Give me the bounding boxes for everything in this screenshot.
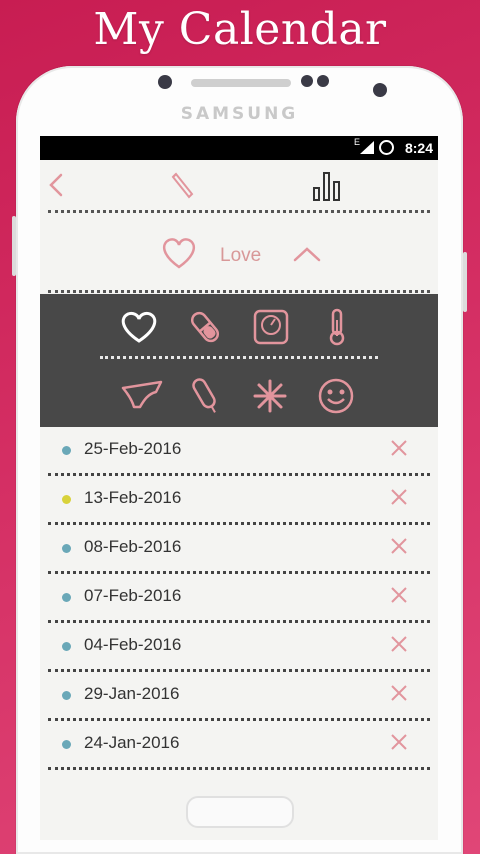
entry-color-dot <box>62 593 71 602</box>
list-item[interactable]: 04-Feb-2016 <box>40 623 438 672</box>
chevron-up-icon[interactable] <box>292 245 322 263</box>
entry-date: 08-Feb-2016 <box>84 537 182 556</box>
entry-date: 07-Feb-2016 <box>84 586 182 605</box>
list-item[interactable]: 08-Feb-2016 <box>40 525 438 574</box>
close-icon[interactable] <box>390 537 408 555</box>
sync-icon <box>379 140 394 155</box>
status-bar: E 8:24 <box>40 136 438 160</box>
entry-date: 29-Jan-2016 <box>84 684 180 703</box>
tampon-icon[interactable] <box>190 374 220 416</box>
underwear-icon[interactable] <box>120 378 164 410</box>
bar-chart-icon[interactable] <box>312 170 342 202</box>
entry-date: 25-Feb-2016 <box>84 439 182 458</box>
scale-icon[interactable] <box>252 308 290 346</box>
smiley-icon[interactable] <box>317 377 355 415</box>
entry-list: 25-Feb-2016 13-Feb-2016 08-Feb-2016 07-F… <box>40 427 438 770</box>
sensor-dot <box>301 75 313 87</box>
symptom-grid <box>40 294 438 427</box>
status-time: 8:24 <box>404 140 433 156</box>
category-header[interactable]: Love <box>40 213 438 293</box>
close-icon[interactable] <box>390 635 408 653</box>
entry-color-dot <box>62 446 71 455</box>
list-item[interactable]: 25-Feb-2016 <box>40 427 438 476</box>
close-icon[interactable] <box>390 488 408 506</box>
divider <box>48 767 430 770</box>
list-item[interactable]: 29-Jan-2016 <box>40 672 438 721</box>
divider <box>48 290 430 293</box>
list-item[interactable]: 07-Feb-2016 <box>40 574 438 623</box>
entry-color-dot <box>62 691 71 700</box>
close-icon[interactable] <box>390 586 408 604</box>
entry-color-dot <box>62 544 71 553</box>
entry-date: 13-Feb-2016 <box>84 488 182 507</box>
entry-color-dot <box>62 642 71 651</box>
list-item[interactable]: 13-Feb-2016 <box>40 476 438 525</box>
entry-date: 04-Feb-2016 <box>84 635 182 654</box>
panel-divider <box>100 356 378 359</box>
entry-color-dot <box>62 495 71 504</box>
volume-button <box>12 216 16 276</box>
cramp-burst-icon[interactable] <box>252 378 288 414</box>
earpiece-speaker <box>191 79 291 87</box>
power-button <box>463 252 467 312</box>
close-icon[interactable] <box>390 439 408 457</box>
toolbar <box>40 160 438 213</box>
home-button[interactable] <box>186 796 294 828</box>
app-screen: E 8:24 Love 25-Feb-2016 13-Feb-2016 08-F… <box>40 136 438 840</box>
back-chevron-icon[interactable] <box>46 172 66 198</box>
promo-title: My Calendar <box>93 4 387 55</box>
signal-icon <box>360 141 374 154</box>
entry-color-dot <box>62 740 71 749</box>
close-icon[interactable] <box>390 733 408 751</box>
proximity-sensor <box>373 83 387 97</box>
heart-icon[interactable] <box>118 310 160 344</box>
sensor-dot <box>158 75 172 89</box>
list-item[interactable]: 24-Jan-2016 <box>40 721 438 770</box>
entry-date: 24-Jan-2016 <box>84 733 180 752</box>
phone-frame: SAMSUNG E 8:24 Love 25-Feb-2016 13-Feb-2… <box>12 66 467 854</box>
category-label: Love <box>220 245 262 266</box>
device-brand: SAMSUNG <box>180 104 299 124</box>
heart-icon <box>162 238 196 269</box>
front-camera <box>317 75 329 87</box>
close-icon[interactable] <box>390 684 408 702</box>
thermometer-icon[interactable] <box>325 308 349 346</box>
pill-icon[interactable] <box>190 308 220 346</box>
pencil-icon[interactable] <box>170 170 196 200</box>
